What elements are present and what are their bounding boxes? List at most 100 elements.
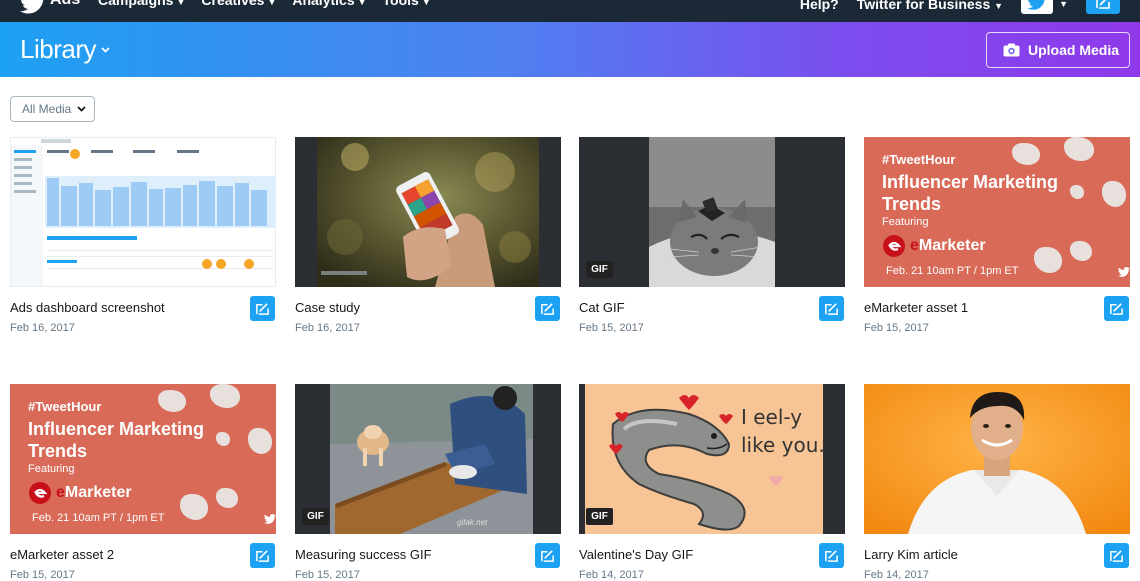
compose-tweet-button[interactable] — [1104, 543, 1129, 568]
menu-analytics-label: Analytics — [292, 0, 355, 8]
compose-icon — [256, 550, 269, 562]
compose-icon — [1096, 0, 1110, 9]
promo-datetime: Feb. 21 10am PT / 1pm ET — [886, 265, 1019, 277]
media-filter-label: All Media — [22, 102, 72, 116]
media-date: Feb 15, 2017 — [295, 569, 360, 581]
ads-brand-label[interactable]: Ads — [50, 0, 80, 9]
media-thumbnail[interactable]: #TweetHour Influencer Marketing Trends F… — [10, 384, 276, 534]
crumpled-paper-decoration — [216, 488, 238, 508]
account-avatar[interactable] — [1021, 0, 1054, 14]
media-name[interactable]: Cat GIF — [579, 300, 625, 315]
compose-tweet-button[interactable] — [250, 296, 275, 321]
eel-valentine-illustration: I eel-y like you. — [579, 384, 845, 534]
twitter-bird-icon[interactable] — [20, 0, 46, 14]
upload-media-button[interactable]: Upload Media — [986, 32, 1130, 68]
media-name[interactable]: Case study — [295, 300, 360, 315]
chevron-down-icon: ▼ — [421, 0, 431, 7]
media-filter-dropdown[interactable]: All Media — [10, 96, 95, 122]
compose-tweet-button[interactable] — [535, 296, 560, 321]
media-thumbnail[interactable] — [295, 137, 561, 287]
crumpled-paper-decoration — [1064, 137, 1094, 161]
top-nav-right: Help? Twitter for Business ▼ ▼ — [800, 0, 1120, 16]
media-date: Feb 15, 2017 — [579, 322, 644, 334]
chevron-down-icon: ▼ — [357, 0, 367, 7]
brand-text: Marketer — [64, 484, 132, 501]
compose-icon — [256, 303, 269, 315]
media-thumbnail[interactable]: GIF — [579, 137, 845, 287]
account-label: Twitter for Business — [856, 0, 991, 12]
promo-datetime: Feb. 21 10am PT / 1pm ET — [32, 512, 165, 524]
media-thumbnail[interactable] — [864, 384, 1130, 534]
menu-tools[interactable]: Tools ▼ — [383, 0, 431, 8]
crumpled-paper-decoration — [210, 384, 240, 408]
dog-measuring-photo — [295, 384, 561, 534]
promo-hashtag: #TweetHour — [882, 152, 956, 167]
media-name[interactable]: Larry Kim article — [864, 547, 958, 562]
top-nav-bar: Ads Campaigns▼ Creatives▼ Analytics▼ Too… — [0, 0, 1140, 22]
menu-tools-label: Tools — [382, 0, 419, 8]
dashboard-screenshot-image — [11, 138, 275, 286]
media-date: Feb 14, 2017 — [579, 569, 644, 581]
compose-icon — [1110, 303, 1123, 315]
brand-text: Marketer — [918, 237, 986, 254]
promo-graphic: #TweetHour Influencer Marketing Trends F… — [10, 384, 276, 534]
compose-icon — [541, 303, 554, 315]
promo-headline: Influencer Marketing Trends — [28, 419, 205, 461]
menu-analytics[interactable]: Analytics ▼ — [292, 0, 366, 8]
media-thumbnail[interactable]: gifak.net GIF — [295, 384, 561, 534]
promo-featuring: Featuring — [882, 216, 929, 228]
page-title[interactable]: Library — [20, 34, 96, 65]
library-header: Library Upload Media — [0, 22, 1140, 77]
crumpled-paper-decoration — [1102, 181, 1126, 207]
menu-creatives[interactable]: Creatives ▼ — [201, 0, 276, 8]
media-date: Feb 15, 2017 — [864, 322, 929, 334]
emarketer-logo-icon — [29, 482, 51, 504]
portrait-photo — [864, 384, 1130, 534]
help-link[interactable]: Help? — [800, 0, 839, 12]
crumpled-paper-decoration — [248, 428, 272, 454]
compose-tweet-button[interactable] — [1086, 0, 1120, 14]
compose-tweet-button[interactable] — [819, 296, 844, 321]
menu-campaigns-label: Campaigns — [98, 0, 174, 8]
media-name[interactable]: eMarketer asset 1 — [864, 300, 968, 315]
compose-icon — [825, 303, 838, 315]
chevron-down-icon: ▼ — [267, 0, 277, 7]
media-thumbnail[interactable]: I eel-y like you. GIF — [579, 384, 845, 534]
crumpled-paper-decoration — [1012, 143, 1040, 165]
gif-badge: GIF — [586, 261, 613, 278]
emarketer-logo-icon — [883, 235, 905, 257]
media-date: Feb 14, 2017 — [864, 569, 929, 581]
menu-creatives-label: Creatives — [201, 0, 265, 8]
compose-tweet-button[interactable] — [819, 543, 844, 568]
chevron-down-icon — [77, 106, 86, 112]
media-thumbnail[interactable]: #TweetHour Influencer Marketing Trends F… — [864, 137, 1130, 287]
compose-tweet-button[interactable] — [1104, 296, 1129, 321]
media-thumbnail[interactable] — [10, 137, 276, 287]
twitter-bird-icon — [1118, 267, 1130, 277]
account-menu[interactable]: Twitter for Business ▼ — [857, 0, 1003, 12]
media-name[interactable]: eMarketer asset 2 — [10, 547, 114, 562]
compose-icon — [541, 550, 554, 562]
compose-icon — [825, 550, 838, 562]
media-date: Feb 16, 2017 — [295, 322, 360, 334]
chevron-down-icon: ▼ — [994, 1, 1004, 11]
valentine-line-1: I eel-y — [741, 405, 802, 429]
promo-graphic: #TweetHour Influencer Marketing Trends F… — [864, 137, 1130, 287]
crumpled-paper-decoration — [1070, 241, 1092, 261]
media-name[interactable]: Ads dashboard screenshot — [10, 300, 165, 315]
compose-tweet-button[interactable] — [250, 543, 275, 568]
compose-tweet-button[interactable] — [535, 543, 560, 568]
chevron-down-icon[interactable]: ▼ — [1059, 0, 1068, 9]
valentine-line-2: like you. — [741, 433, 825, 457]
chevron-down-icon[interactable] — [101, 47, 110, 53]
twitter-bird-icon — [1027, 0, 1045, 10]
media-name[interactable]: Measuring success GIF — [295, 547, 432, 562]
promo-headline: Influencer Marketing Trends — [882, 172, 1059, 214]
upload-media-label: Upload Media — [1028, 42, 1120, 58]
promo-featuring: Featuring — [28, 463, 75, 475]
media-name[interactable]: Valentine's Day GIF — [579, 547, 693, 562]
promo-hashtag: #TweetHour — [28, 399, 102, 414]
menu-campaigns[interactable]: Campaigns ▼ — [98, 0, 185, 8]
camera-icon — [1003, 43, 1020, 57]
emarketer-logo: eMarketer — [28, 481, 132, 505]
